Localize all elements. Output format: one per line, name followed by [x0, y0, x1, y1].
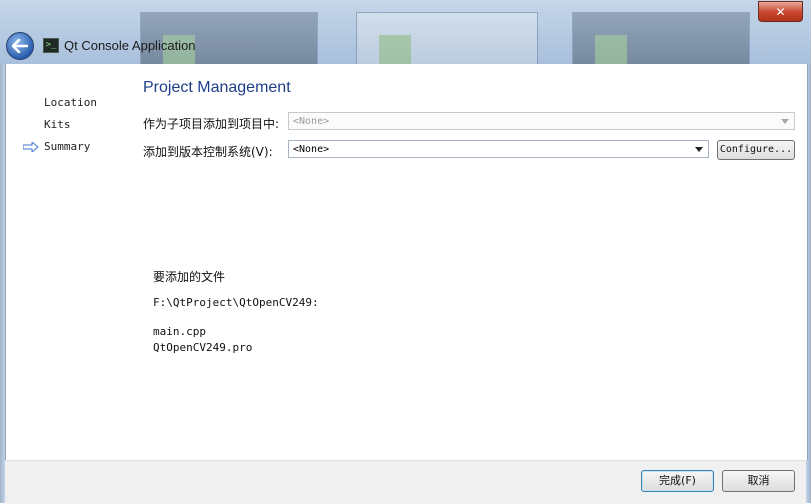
close-icon: ✕ [775, 4, 786, 19]
page-title: Project Management [143, 79, 291, 96]
arrow-right-icon [23, 142, 39, 152]
back-arrow-icon [12, 39, 28, 53]
files-title: 要添加的文件 [153, 270, 226, 284]
step-location: Location [44, 96, 97, 109]
chevron-down-icon [695, 147, 703, 152]
file-item: QtOpenCV249.pro [153, 341, 253, 354]
background-thumbnail [572, 12, 750, 64]
window-title: Qt Console Application [64, 38, 196, 53]
vcs-label: 添加到版本控制系统(V): [143, 145, 273, 159]
vcs-select[interactable]: <None> [288, 140, 709, 158]
finish-button[interactable]: 完成(F) [641, 470, 714, 492]
close-button[interactable]: ✕ [758, 1, 803, 22]
configure-button[interactable]: Configure... [717, 140, 795, 160]
file-item: main.cpp [153, 325, 206, 338]
add-to-project-value: <None> [293, 116, 330, 127]
background-thumbnail [356, 12, 538, 64]
step-kits: Kits [44, 118, 71, 131]
title-bar [0, 0, 811, 64]
cancel-button[interactable]: 取消 [722, 470, 795, 492]
terminal-icon: >_ [43, 38, 59, 53]
back-button[interactable] [6, 32, 34, 60]
add-to-project-label: 作为子项目添加到项目中: [143, 117, 280, 131]
add-to-project-select[interactable]: <None> [288, 112, 795, 130]
vcs-value: <None> [293, 144, 330, 155]
step-summary: Summary [44, 140, 91, 153]
chevron-down-icon [781, 119, 789, 124]
files-directory: F:\QtProject\QtOpenCV249: [153, 296, 319, 309]
